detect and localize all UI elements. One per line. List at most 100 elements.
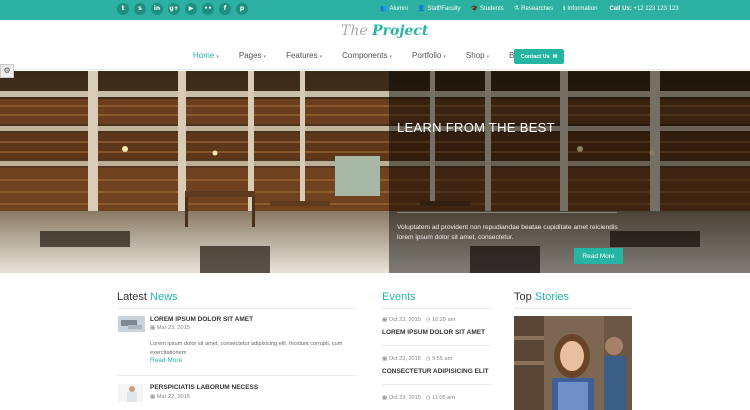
pinterest-icon[interactable]: p [236,3,248,15]
nav-item-portfolio[interactable]: Portfolio ▾ [412,51,455,60]
hero-slider [0,71,750,273]
events-heading: Events [382,291,416,303]
divider [117,375,357,376]
nav-item-components[interactable]: Components ▾ [342,51,401,60]
user-icon: 👤 [417,5,426,12]
toplink-label: Information [567,5,598,12]
header: The Project Home ▾ Pages ▾ Features ▾ Compo… [0,20,750,70]
news-image [118,316,145,332]
nav-item-features[interactable]: Features ▾ [286,51,331,60]
hero-title: LEARN FROM THE BEST [397,120,555,135]
hero-text: Voluptatem ad provident non repudiandae … [397,224,618,241]
logo-the: The [341,23,368,39]
divider [514,308,632,309]
toplink-alumni[interactable]: 👥 Alumni [380,5,408,12]
calendar-icon: ▦ [382,395,388,401]
event-date: Oct 23, 2015 [388,356,421,362]
nav-item-pages[interactable]: Pages ▾ [239,51,275,60]
event-date: Oct 23, 2015 [388,317,421,323]
youtube-icon[interactable]: ▶ [185,3,197,15]
nav-label: Pages [238,51,262,60]
call-us: Call Us: +12 123 123 123 [609,6,678,12]
gear-icon[interactable]: ⚙ [0,64,14,78]
clock-icon: ◷ [425,356,431,362]
news-excerpt: Lorem ipsum dolor sit amet, consectetur … [150,341,343,356]
toplink-label: Staff/Faculty [427,5,461,12]
event-time: 9:55 am [432,356,453,362]
heading-part: Top [514,291,532,303]
divider [382,384,492,385]
top-links: 👥 Alumni 👤 Staff/Faculty 🎓 Students ⚗ Resear… [380,5,679,12]
linkedin-icon[interactable]: in [151,3,163,15]
student-icon: 🎓 [470,5,479,12]
event-title[interactable]: LOREM IPSUM DOLOR SIT AMET [382,329,485,336]
googleplus-icon[interactable]: g+ [168,3,180,15]
divider [382,345,492,346]
news-date: ▦ Mar 23, 2015 [150,325,190,331]
toplink-information[interactable]: ℹ Information [563,5,597,12]
contact-us-button[interactable]: Contact Us ✉ [514,49,564,64]
divider [117,308,357,309]
news-title[interactable]: PERSPICIATIS LABORUM NECESS [150,384,258,391]
news-thumbnail[interactable] [118,316,145,332]
event-datetime: ▦ Oct 23, 2015 ◷ 11:05 am [382,395,455,401]
nav-label: Features [286,51,318,60]
news-title[interactable]: LOREM IPSUM DOLOR SIT AMET [150,316,253,323]
event-datetime: ▦ Oct 23, 2015 ◷ 9:55 am [382,356,452,362]
nav-label: Components [342,51,388,60]
top-story-image[interactable] [514,316,632,410]
toplink-researches[interactable]: ⚗ Researches [514,5,553,12]
hero-divider [397,212,617,213]
users-icon: 👥 [380,5,388,12]
news-date-text: Mar 23, 2015 [156,325,190,331]
nav-item-home[interactable]: Home ▾ [193,51,228,60]
hero-read-more-button[interactable]: Read More [574,248,623,264]
facebook-icon[interactable]: f [219,3,231,15]
top-bar: t s in g+ ▶ •• f p 👥 Alumni 👤 Staff/Facult… [0,0,750,20]
toplink-staff[interactable]: 👤 Staff/Faculty [418,5,461,12]
news-date-text: Mar 22, 2015 [156,394,190,400]
call-us-label: Call Us: [609,5,632,12]
research-icon: ⚗ [513,5,520,12]
event-title[interactable]: CONSECTETUR ADIPISICING ELIT [382,368,489,375]
main-nav: Home ▾ Pages ▾ Features ▾ Components ▾ Portf… [193,51,550,60]
info-icon: ℹ [563,5,566,12]
nav-label: Shop [465,51,485,60]
news-thumbnail[interactable] [118,384,143,402]
chevron-down-icon: ▾ [216,54,219,60]
latest-news-heading: Latest News [117,291,178,303]
chevron-down-icon: ▾ [389,54,393,60]
nav-item-shop[interactable]: Shop ▾ [466,51,498,60]
calendar-icon: ▦ [150,325,156,331]
heading-part: Latest [117,291,147,303]
chevron-down-icon: ▾ [486,54,490,60]
event-datetime: ▦ Oct 23, 2015 ◷ 10:25 am [382,317,455,323]
news-image [118,384,143,402]
toplink-label: Researches [521,5,554,12]
contact-label: Contact Us [520,53,550,60]
calendar-icon: ▦ [382,317,388,323]
toplink-label: Alumni [389,5,408,12]
event-date: Oct 23, 2015 [388,395,421,401]
toplink-students[interactable]: 🎓 Students [471,5,504,12]
calendar-icon: ▦ [382,356,388,362]
envelope-icon: ✉ [552,53,558,60]
news-date: ▦ Mar 22, 2015 [150,394,190,400]
logo-project: Project [372,23,429,39]
clock-icon: ◷ [425,395,431,401]
site-logo[interactable]: The Project [341,23,428,39]
chevron-down-icon: ▾ [263,54,267,60]
event-time: 10:25 am [432,317,456,323]
top-stories-heading: Top Stories [514,291,569,303]
clock-icon: ◷ [425,317,431,323]
skype-icon[interactable]: s [134,3,146,15]
chevron-down-icon: ▾ [319,54,323,60]
flickr-icon[interactable]: •• [202,3,214,15]
student-photo [514,316,632,410]
chevron-down-icon: ▾ [443,54,446,60]
social-links: t s in g+ ▶ •• f p [117,3,248,15]
news-read-more-link[interactable]: Read More [150,357,182,364]
twitter-icon[interactable]: t [117,3,129,15]
calendar-icon: ▦ [150,394,156,400]
divider [382,308,492,309]
